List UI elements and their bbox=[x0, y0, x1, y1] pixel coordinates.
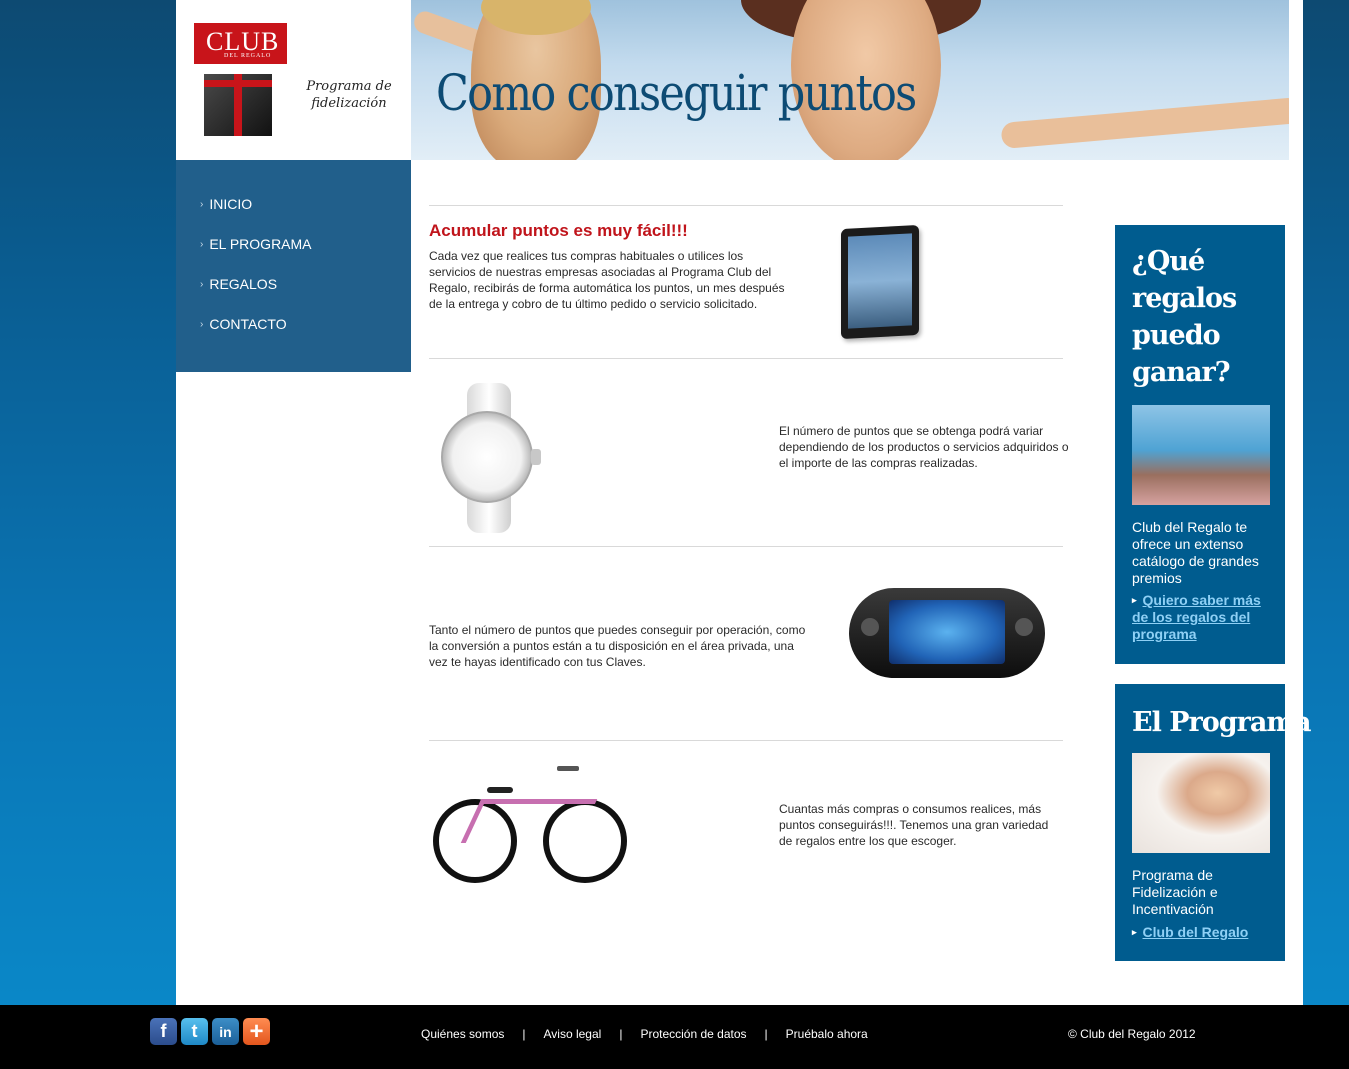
nav-item-label: EL PROGRAMA bbox=[209, 236, 312, 252]
psvita-stick bbox=[861, 618, 879, 636]
nav-item-contacto[interactable]: › CONTACTO bbox=[200, 316, 411, 356]
bike-frame bbox=[460, 799, 598, 843]
gift-box-icon bbox=[204, 74, 272, 136]
paragraph-more-purchases: Cuantas más compras o consumos realices,… bbox=[779, 802, 1049, 848]
facebook-icon[interactable]: f bbox=[150, 1018, 177, 1045]
divider bbox=[429, 358, 1063, 359]
divider bbox=[429, 740, 1063, 741]
site-logo[interactable]: CLUB DEL REGALO Programa de fidelización bbox=[176, 0, 411, 160]
page-title: Como conseguir puntos bbox=[436, 64, 917, 122]
bike-handlebar bbox=[557, 766, 579, 771]
footer-links: Quiénes somos | Aviso legal | Protección… bbox=[421, 1027, 868, 1041]
gift-ribbon bbox=[204, 80, 272, 87]
sidebar-title-regalos: ¿Qué regalos puedo ganar? bbox=[1132, 246, 1237, 388]
bicycle-image bbox=[429, 761, 629, 886]
ipad-image bbox=[841, 224, 919, 340]
footer-link-quienes-somos[interactable]: Quiénes somos bbox=[421, 1027, 504, 1041]
footer-link-aviso-legal[interactable]: Aviso legal bbox=[544, 1027, 602, 1041]
logo-tagline: Programa de fidelización bbox=[306, 79, 392, 111]
footer-link-pruebalo-ahora[interactable]: Pruébalo ahora bbox=[786, 1027, 868, 1041]
linkedin-icon[interactable]: in bbox=[212, 1018, 239, 1045]
paragraph-variation: El número de puntos que se obtenga podrá… bbox=[779, 424, 1069, 470]
footer-separator: | bbox=[764, 1027, 768, 1041]
smiling-man-image bbox=[1132, 753, 1270, 853]
content-headline: Acumular puntos es muy fácil!!! bbox=[429, 221, 688, 240]
club-del-regalo-link-label: Club del Regalo bbox=[1142, 924, 1249, 940]
sidebar-text-regalos: Club del Regalo te ofrece un extenso cat… bbox=[1132, 519, 1259, 586]
club-del-regalo-link[interactable]: ▸ Club del Regalo bbox=[1132, 924, 1277, 941]
logo-subtext: DEL REGALO bbox=[224, 53, 272, 59]
psvita-stick bbox=[1015, 618, 1033, 636]
nav-arrow-icon: › bbox=[200, 279, 204, 290]
addthis-plus-icon[interactable]: + bbox=[243, 1018, 270, 1045]
regalos-more-link-label: Quiero saber más de los regalos del prog… bbox=[1132, 592, 1261, 642]
nav-item-label: INICIO bbox=[209, 196, 253, 212]
sidebar-box-regalos: ¿Qué regalos puedo ganar? Club del Regal… bbox=[1115, 225, 1285, 664]
footer-link-proteccion-datos[interactable]: Protección de datos bbox=[640, 1027, 746, 1041]
psvita-screen bbox=[889, 600, 1005, 664]
twitter-icon[interactable]: t bbox=[181, 1018, 208, 1045]
paragraph-conversion: Tanto el número de puntos que puedes con… bbox=[429, 623, 806, 669]
regalos-more-link[interactable]: ▸ Quiero saber más de los regalos del pro… bbox=[1132, 592, 1277, 643]
paragraph-accumulate: Cada vez que realices tus compras habitu… bbox=[429, 249, 785, 311]
header-banner: Como conseguir puntos bbox=[411, 0, 1289, 160]
nav-item-inicio[interactable]: › INICIO bbox=[200, 196, 411, 236]
watch-image bbox=[439, 383, 541, 533]
club-logo-tag: CLUB DEL REGALO bbox=[194, 23, 287, 64]
psvita-image bbox=[849, 588, 1045, 678]
watch-face bbox=[441, 411, 533, 503]
copyright-notice: © Club del Regalo 2012 bbox=[1068, 1027, 1196, 1041]
bike-seat bbox=[487, 787, 513, 793]
page-container: CLUB DEL REGALO Programa de fidelización… bbox=[176, 0, 1311, 1005]
nav-item-el-programa[interactable]: › EL PROGRAMA bbox=[200, 236, 411, 276]
divider bbox=[429, 546, 1063, 547]
nav-item-label: REGALOS bbox=[209, 276, 278, 292]
nav-arrow-icon: › bbox=[200, 199, 204, 210]
footer-separator: | bbox=[619, 1027, 623, 1041]
family-beach-image bbox=[1132, 405, 1270, 505]
sidebar-text-programa: Programa de Fidelización e Incentivación bbox=[1132, 867, 1218, 917]
sidebar-title-programa: El Programa bbox=[1132, 707, 1311, 738]
sidebar-box-programa: El Programa Programa de Fidelización e I… bbox=[1115, 684, 1311, 961]
link-arrow-icon: ▸ bbox=[1132, 927, 1137, 937]
divider bbox=[429, 205, 1063, 206]
nav-arrow-icon: › bbox=[200, 319, 204, 330]
banner-photo-arm bbox=[1000, 96, 1289, 150]
ipad-screen bbox=[848, 233, 912, 329]
footer-separator: | bbox=[522, 1027, 526, 1041]
nav-item-regalos[interactable]: › REGALOS bbox=[200, 276, 411, 316]
nav-arrow-icon: › bbox=[200, 239, 204, 250]
watch-crown bbox=[531, 449, 541, 465]
link-arrow-icon: ▸ bbox=[1132, 595, 1137, 605]
nav-item-label: CONTACTO bbox=[209, 316, 287, 332]
main-nav: › INICIO › EL PROGRAMA › REGALOS › CONTACTO bbox=[176, 160, 411, 372]
